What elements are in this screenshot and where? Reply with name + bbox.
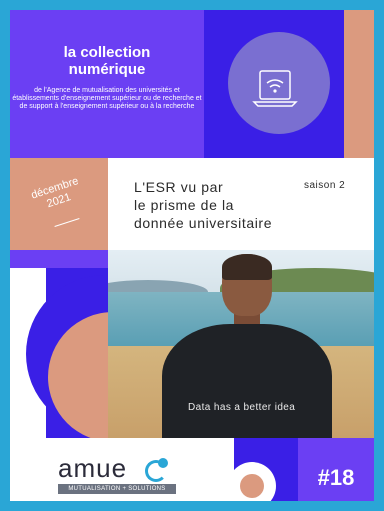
collection-title-line2: numérique (68, 61, 146, 78)
frame-right (374, 0, 384, 511)
issue-number: #18 (317, 465, 355, 490)
laptop-wifi-icon (252, 70, 298, 107)
collection-title-line1: la collection (63, 44, 151, 61)
icon-block (204, 10, 344, 158)
amue-logo: amue (58, 453, 128, 483)
photo-hair (222, 254, 272, 280)
main-title-line3: donnée universitaire (134, 215, 273, 231)
peach-strip-top (344, 10, 374, 158)
date-underline (54, 218, 80, 227)
frame-bottom (0, 501, 384, 511)
collection-description: de l'Agence de mutualisation des univers… (12, 87, 202, 110)
shirt-text: Data has a better idea (188, 402, 296, 413)
ring-block (204, 438, 298, 501)
violet-strip (10, 250, 108, 268)
logo-tagline: MUTUALISATION + SOLUTIONS (58, 484, 176, 494)
season-label: saison 2 (304, 180, 346, 191)
date-block: décembre 2021 (10, 158, 108, 250)
main-title-line1: L'ESR vu par (134, 179, 224, 195)
cover-photo: Data has a better idea (108, 250, 374, 438)
main-title: L'ESR vu par le prisme de la donnée univ… (134, 178, 272, 232)
amue-logo-dot (158, 458, 168, 468)
collection-title: la collection numérique (10, 44, 204, 78)
frame-left (0, 0, 10, 511)
main-title-line2: le prisme de la (134, 197, 235, 213)
cover-page: la collection numérique de l'Agence de m… (0, 0, 384, 511)
date-label: décembre 2021 (20, 172, 95, 218)
collection-block (10, 10, 204, 158)
frame-top (0, 0, 384, 10)
ring-inner (240, 474, 264, 498)
geometric-block (10, 250, 108, 438)
photo-shirt (162, 324, 332, 438)
